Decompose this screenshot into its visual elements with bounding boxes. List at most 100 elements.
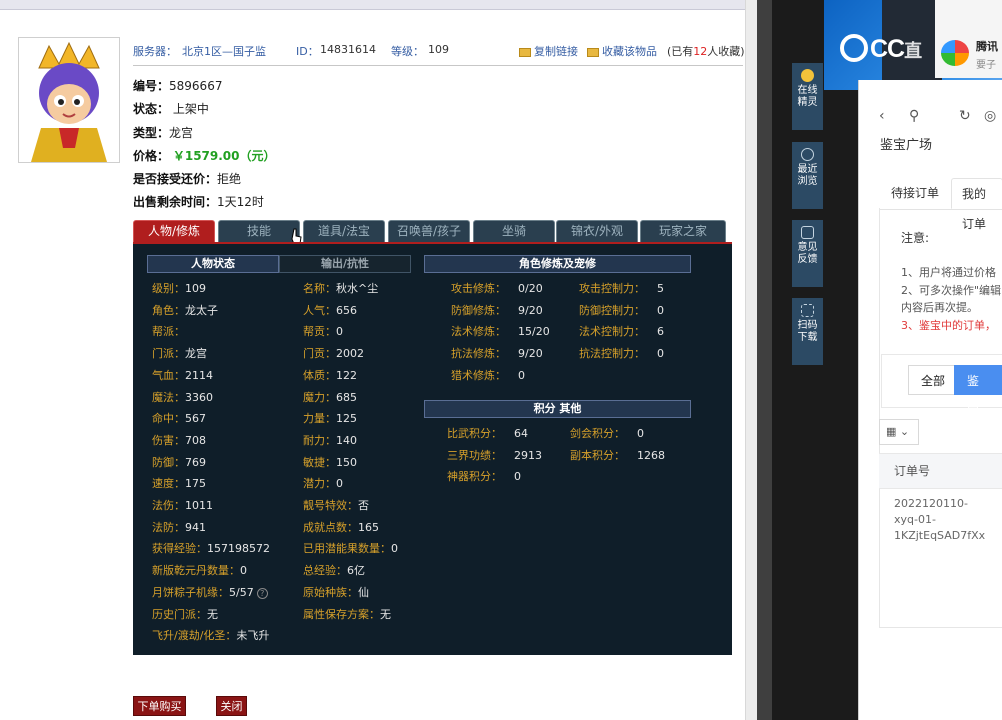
stat-label: 法术修炼： bbox=[451, 325, 506, 339]
appraisal-window: ‹ ⚲ ↻ ◎ 鉴宝广场 待接订单 我的订单 注意: 1、用户将通过价格 2、可… bbox=[858, 80, 1002, 720]
favorite-label: 收藏该物品 bbox=[602, 45, 657, 58]
stat-label: 防御： bbox=[152, 455, 185, 469]
stat-label: 总经验： bbox=[303, 564, 347, 578]
stat-label: 防御修炼： bbox=[451, 303, 506, 317]
header-output[interactable]: 输出/抗性 bbox=[279, 255, 411, 273]
note-2: 2、可多次操作"编辑 bbox=[901, 284, 1002, 297]
fav-post: 人收藏) bbox=[707, 45, 745, 58]
cc-ball-icon bbox=[840, 34, 868, 62]
sidebar-label: 在线 bbox=[797, 85, 818, 96]
tab-pending-orders[interactable]: 待接订单 bbox=[881, 178, 949, 209]
refresh-icon[interactable]: ↻ bbox=[959, 108, 971, 124]
cc-logo-suffix: 直 bbox=[904, 41, 922, 61]
sidebar-label: 扫码 bbox=[797, 320, 818, 331]
level-value: 109 bbox=[428, 43, 449, 56]
floating-sidebar: 在线 精灵 最近 浏览 意见 反馈 扫码 下载 bbox=[792, 63, 823, 373]
level-label: 等级： bbox=[391, 45, 424, 58]
stat-row: 法术控制力： 6 bbox=[579, 323, 664, 339]
sidebar-label: 最近 bbox=[797, 164, 818, 175]
stat-row: 魔法：3360 bbox=[152, 389, 213, 405]
stat-value: 567 bbox=[185, 412, 206, 426]
page-title: 鉴宝广场 bbox=[880, 138, 933, 153]
close-button[interactable]: 关闭 bbox=[216, 696, 247, 716]
stat-label: 伤害： bbox=[152, 433, 185, 447]
stat-label: 比武积分： bbox=[447, 427, 502, 440]
top-strip bbox=[0, 0, 745, 10]
sidebar-label: 下载 bbox=[797, 332, 818, 343]
stat-label: 敏捷： bbox=[303, 455, 336, 469]
stat-label: 帮贡： bbox=[303, 325, 336, 339]
tab-outfits[interactable]: 锦衣/外观 bbox=[556, 220, 638, 242]
help-icon[interactable]: ? bbox=[256, 587, 268, 599]
stat-value: 5 bbox=[657, 282, 664, 295]
stat-value: 0 bbox=[637, 427, 644, 440]
stat-value: 109 bbox=[185, 282, 206, 295]
stat-row: 速度：175 bbox=[152, 475, 206, 491]
stat-row: 法防：941 bbox=[152, 519, 206, 535]
stat-label: 法伤： bbox=[152, 499, 185, 512]
sidebar-item-download[interactable]: 扫码 下载 bbox=[792, 298, 823, 365]
stat-value: 175 bbox=[185, 477, 206, 491]
field-number: 编号：5896667 bbox=[133, 77, 222, 94]
id-value: 14831614 bbox=[320, 43, 376, 56]
favorite-button[interactable]: 收藏该物品 bbox=[587, 43, 657, 59]
stat-label: 命中： bbox=[152, 412, 185, 426]
tencent-tile[interactable]: 腾讯 要子 bbox=[935, 0, 1002, 78]
sidebar-item-recent[interactable]: 最近 浏览 bbox=[792, 142, 823, 209]
stat-label: 月饼粽子机缘： bbox=[152, 585, 229, 599]
stat-value: 无 bbox=[207, 607, 218, 621]
stat-row: 体质：122 bbox=[303, 367, 357, 383]
stat-value: 秋水^尘 bbox=[336, 282, 379, 295]
link-icon[interactable]: ⚲ bbox=[909, 108, 919, 124]
stat-label: 角色： bbox=[152, 303, 185, 317]
folder-icon bbox=[519, 47, 531, 57]
id-label: ID： bbox=[296, 45, 319, 58]
stat-row: 门贡：2002 bbox=[303, 345, 364, 361]
scrollbar[interactable] bbox=[757, 0, 772, 720]
stat-label: 获得经验： bbox=[152, 542, 207, 556]
tencent-sub: 要子 bbox=[976, 60, 996, 71]
price-value: ￥1579.00（元） bbox=[172, 149, 276, 163]
copy-link-button[interactable]: 复制链接 bbox=[519, 43, 578, 59]
sidebar-item-feedback[interactable]: 意见 反馈 bbox=[792, 220, 823, 287]
sidebar-item-assistant[interactable]: 在线 精灵 bbox=[792, 63, 823, 130]
stat-row: 历史门派：无 bbox=[152, 606, 218, 622]
stat-label: 飞升/渡劫/化圣： bbox=[152, 629, 237, 643]
tab-skills[interactable]: 技能 bbox=[218, 220, 300, 242]
stat-row: 耐力：140 bbox=[303, 432, 357, 448]
tab-items[interactable]: 道具/法宝 bbox=[303, 220, 385, 242]
order-line: xyq-01- bbox=[894, 513, 936, 526]
stat-value: 0/20 bbox=[518, 282, 543, 295]
stat-label: 靓号特效： bbox=[303, 499, 358, 512]
order-tabs: 待接订单 我的订单 bbox=[879, 178, 1002, 231]
stat-label: 历史门派： bbox=[152, 607, 207, 621]
stat-label: 成就点数： bbox=[303, 520, 358, 534]
column-toggle[interactable]: ▦ ⌄ bbox=[879, 419, 919, 445]
tab-my-orders[interactable]: 我的订单 bbox=[951, 178, 1002, 231]
stat-row: 成就点数：165 bbox=[303, 519, 379, 535]
cc-logo-text: CC bbox=[870, 35, 905, 63]
field-bargain: 是否接受还价：拒绝 bbox=[133, 170, 241, 187]
globe-icon[interactable]: ◎ bbox=[984, 108, 996, 124]
filter-appraising[interactable]: 鉴宝中 bbox=[954, 365, 1002, 448]
header-status: 人物状态 bbox=[147, 255, 279, 273]
back-icon[interactable]: ‹ bbox=[879, 108, 885, 124]
stat-row: 剑会积分： 0 bbox=[570, 425, 644, 441]
tab-mounts[interactable]: 坐骑 bbox=[473, 220, 555, 242]
edit-icon bbox=[801, 226, 814, 239]
stat-row: 属性保存方案：无 bbox=[303, 606, 391, 622]
chevron-down-icon: ⌄ bbox=[899, 425, 910, 438]
field-status: 状态： 上架中 bbox=[133, 100, 209, 117]
order-number-header: 订单号 bbox=[879, 453, 1002, 489]
tab-character[interactable]: 人物/修炼 bbox=[133, 220, 215, 242]
stat-label: 属性保存方案： bbox=[303, 607, 380, 621]
tab-summons[interactable]: 召唤兽/孩子 bbox=[388, 220, 470, 242]
detail-tabs: 人物/修炼 技能 道具/法宝 召唤兽/孩子 坐骑 锦衣/外观 玩家之家 bbox=[133, 220, 733, 245]
filter-all[interactable]: 全部 bbox=[908, 365, 959, 395]
stat-label: 抗法控制力： bbox=[579, 347, 645, 361]
field-remaining: 出售剩余时间：1天12时 bbox=[133, 193, 264, 210]
buy-button[interactable]: 下单购买 bbox=[133, 696, 186, 716]
tab-home[interactable]: 玩家之家 bbox=[640, 220, 726, 242]
stat-row: 已用潜能果数量：0 bbox=[303, 540, 398, 556]
stat-label: 防御控制力： bbox=[579, 303, 645, 317]
